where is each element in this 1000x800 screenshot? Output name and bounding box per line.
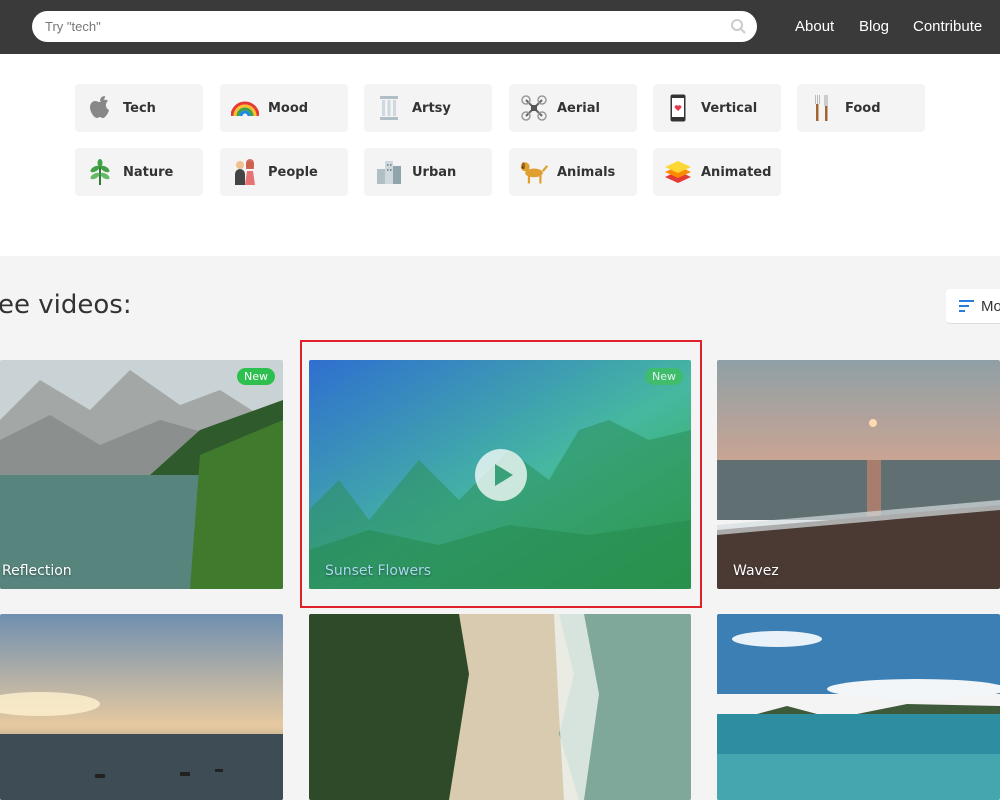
video-card-reflection[interactable]: New Reflection <box>0 360 283 589</box>
category-label: Animals <box>557 164 616 180</box>
video-thumbnail <box>309 614 691 800</box>
category-label: People <box>268 164 318 180</box>
video-card[interactable] <box>717 614 1000 800</box>
sort-button[interactable]: Mo <box>946 289 1000 324</box>
plant-icon <box>85 157 115 187</box>
video-thumbnail <box>0 614 283 800</box>
category-food[interactable]: Food <box>797 84 925 132</box>
rainbow-icon <box>230 93 260 123</box>
category-label: Food <box>845 100 881 116</box>
buildings-icon <box>374 157 404 187</box>
category-label: Aerial <box>557 100 600 116</box>
category-urban[interactable]: Urban <box>364 148 492 196</box>
video-thumbnail <box>717 614 1000 800</box>
apple-icon <box>85 93 115 123</box>
search-icon[interactable] <box>730 18 747 35</box>
layers-icon <box>663 157 693 187</box>
category-label: Tech <box>123 100 156 116</box>
video-thumbnail <box>717 360 1000 589</box>
video-card[interactable] <box>0 614 283 800</box>
section-title: ee videos: <box>0 290 132 320</box>
category-mood[interactable]: Mood <box>220 84 348 132</box>
category-label: Animated <box>701 164 772 180</box>
category-animals[interactable]: Animals <box>509 148 637 196</box>
phone-icon <box>663 93 693 123</box>
category-aerial[interactable]: Aerial <box>509 84 637 132</box>
category-label: Vertical <box>701 100 758 116</box>
category-label: Urban <box>412 164 457 180</box>
category-label: Nature <box>123 164 174 180</box>
category-nature[interactable]: Nature <box>75 148 203 196</box>
nav-blog-link[interactable]: Blog <box>859 18 889 35</box>
category-label: Mood <box>268 100 309 116</box>
search-input[interactable] <box>32 11 722 42</box>
category-vertical[interactable]: Vertical <box>653 84 781 132</box>
new-badge: New <box>237 368 275 385</box>
category-label: Artsy <box>412 100 451 116</box>
video-title: Wavez <box>733 563 779 579</box>
category-artsy[interactable]: Artsy <box>364 84 492 132</box>
video-thumbnail <box>0 360 283 589</box>
people-icon <box>230 157 260 187</box>
search-box <box>32 11 757 42</box>
selection-highlight <box>300 340 702 608</box>
category-animated[interactable]: Animated <box>653 148 781 196</box>
video-title: Reflection <box>2 563 72 579</box>
video-card[interactable] <box>309 614 691 800</box>
category-people[interactable]: People <box>220 148 348 196</box>
nav-about-link[interactable]: About <box>795 18 834 35</box>
dog-icon <box>519 157 549 187</box>
category-tech[interactable]: Tech <box>75 84 203 132</box>
drone-icon <box>519 93 549 123</box>
column-icon <box>374 93 404 123</box>
sort-icon <box>959 300 974 312</box>
nav-contribute-link[interactable]: Contribute <box>913 18 982 35</box>
video-card-wavez[interactable]: Wavez <box>717 360 1000 589</box>
utensils-icon <box>807 93 837 123</box>
sort-label: Mo <box>981 298 1000 315</box>
top-bar: About Blog Contribute <box>0 0 1000 54</box>
